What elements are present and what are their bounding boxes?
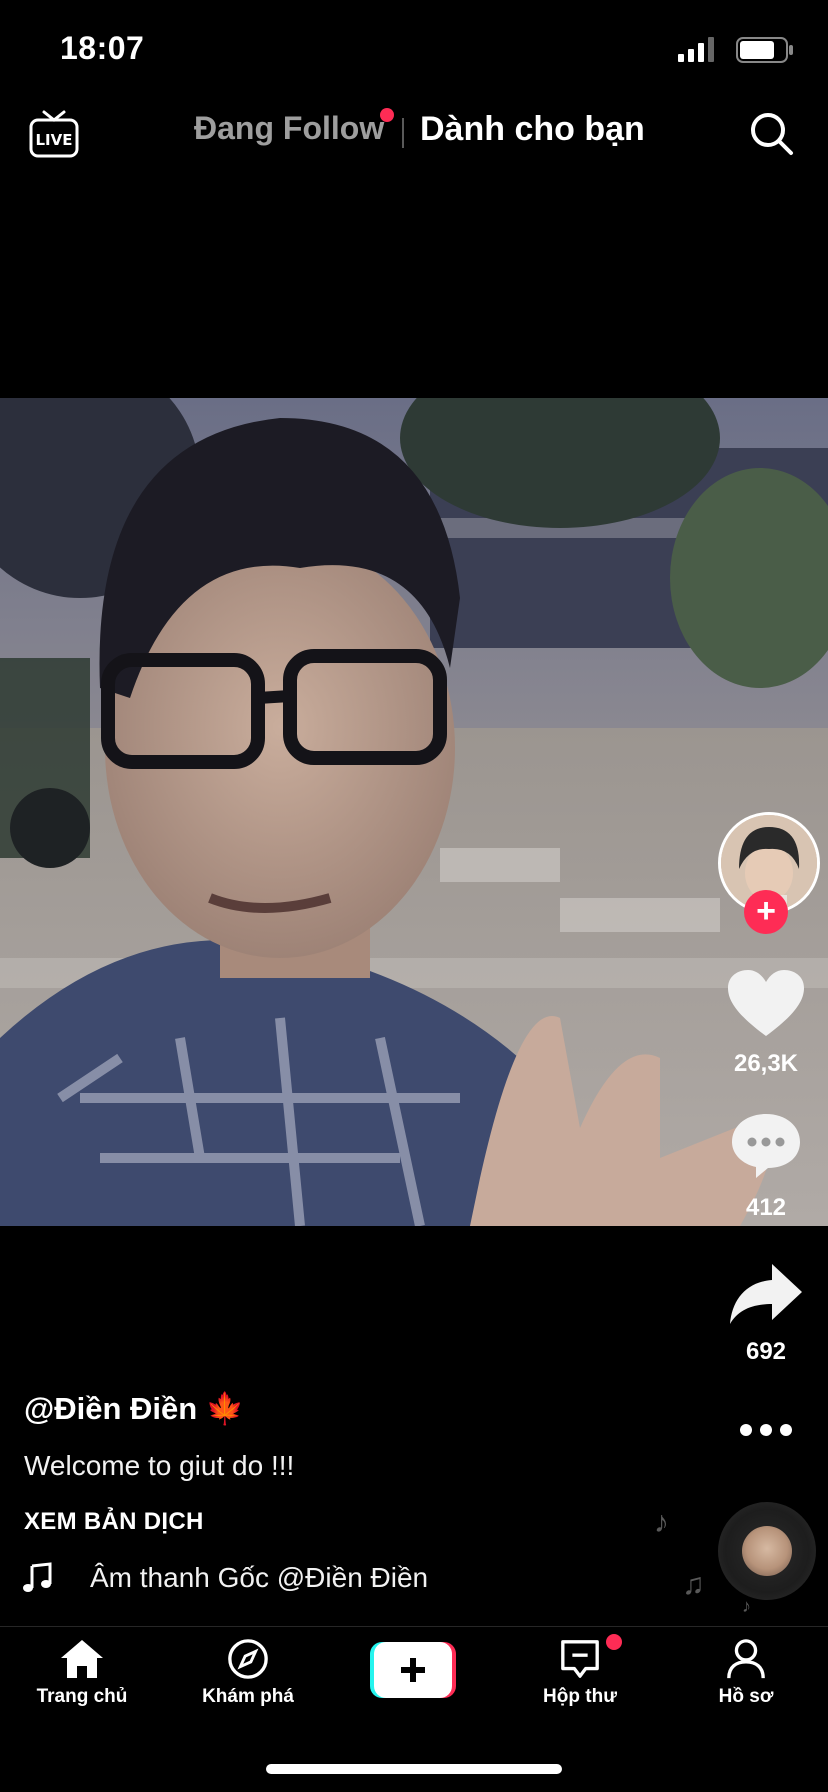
signal-icon [678, 37, 714, 62]
music-disc-cover [742, 1526, 792, 1576]
tab-home-label: Trang chủ [36, 1686, 128, 1707]
tab-following[interactable]: Đang Follow [194, 110, 384, 147]
see-translation-button[interactable]: XEM BẢN DỊCH [24, 1508, 204, 1536]
post-username[interactable]: @Điền Điền 🍁 [24, 1390, 244, 1427]
home-icon [61, 1640, 103, 1678]
compass-icon [228, 1639, 268, 1679]
floating-note-icon: ♪ [654, 1506, 669, 1539]
inbox-notification-dot [606, 1634, 622, 1650]
battery-icon [736, 37, 793, 63]
tab-inbox-label: Hộp thư [543, 1686, 617, 1707]
live-label: LIVE [36, 131, 73, 149]
search-icon[interactable] [748, 110, 794, 156]
comment-icon[interactable] [730, 1112, 802, 1180]
floating-note-icon: ♪ [742, 1596, 751, 1616]
video-frame [0, 398, 828, 1226]
tab-divider [402, 118, 404, 148]
share-arrow-icon[interactable] [728, 1262, 804, 1326]
notification-dot [380, 108, 394, 122]
tab-for-you[interactable]: Dành cho bạn [420, 110, 645, 149]
tab-bar-divider [0, 1626, 828, 1627]
inbox-icon [561, 1640, 599, 1678]
tab-discover[interactable]: Khám phá [178, 1638, 318, 1708]
heart-icon[interactable] [728, 970, 804, 1038]
floating-note-icon: ♫ [682, 1568, 705, 1601]
follow-plus-button[interactable]: + [744, 890, 788, 934]
tab-inbox[interactable]: Hộp thư [510, 1638, 650, 1708]
more-options-icon[interactable] [736, 1410, 796, 1450]
live-icon[interactable]: LIVE [28, 108, 80, 160]
status-time: 18:07 [60, 30, 145, 66]
profile-icon [727, 1639, 765, 1679]
music-note-icon [23, 1562, 52, 1592]
tab-home[interactable]: Trang chủ [12, 1638, 152, 1708]
like-count: 26,3K [733, 1050, 799, 1077]
tab-discover-label: Khám phá [202, 1686, 294, 1707]
home-indicator[interactable] [266, 1764, 562, 1774]
sound-ticker[interactable]: Âm thanh Gốc @Điền Điền [90, 1562, 436, 1594]
video-player[interactable] [0, 398, 828, 1226]
tab-profile-label: Hồ sơ [718, 1686, 774, 1707]
create-post-button[interactable] [370, 1642, 456, 1698]
tab-profile[interactable]: Hồ sơ [676, 1638, 816, 1708]
post-caption: Welcome to giut do !!! [24, 1450, 295, 1481]
comment-count: 412 [745, 1194, 787, 1221]
share-count: 692 [745, 1338, 787, 1365]
